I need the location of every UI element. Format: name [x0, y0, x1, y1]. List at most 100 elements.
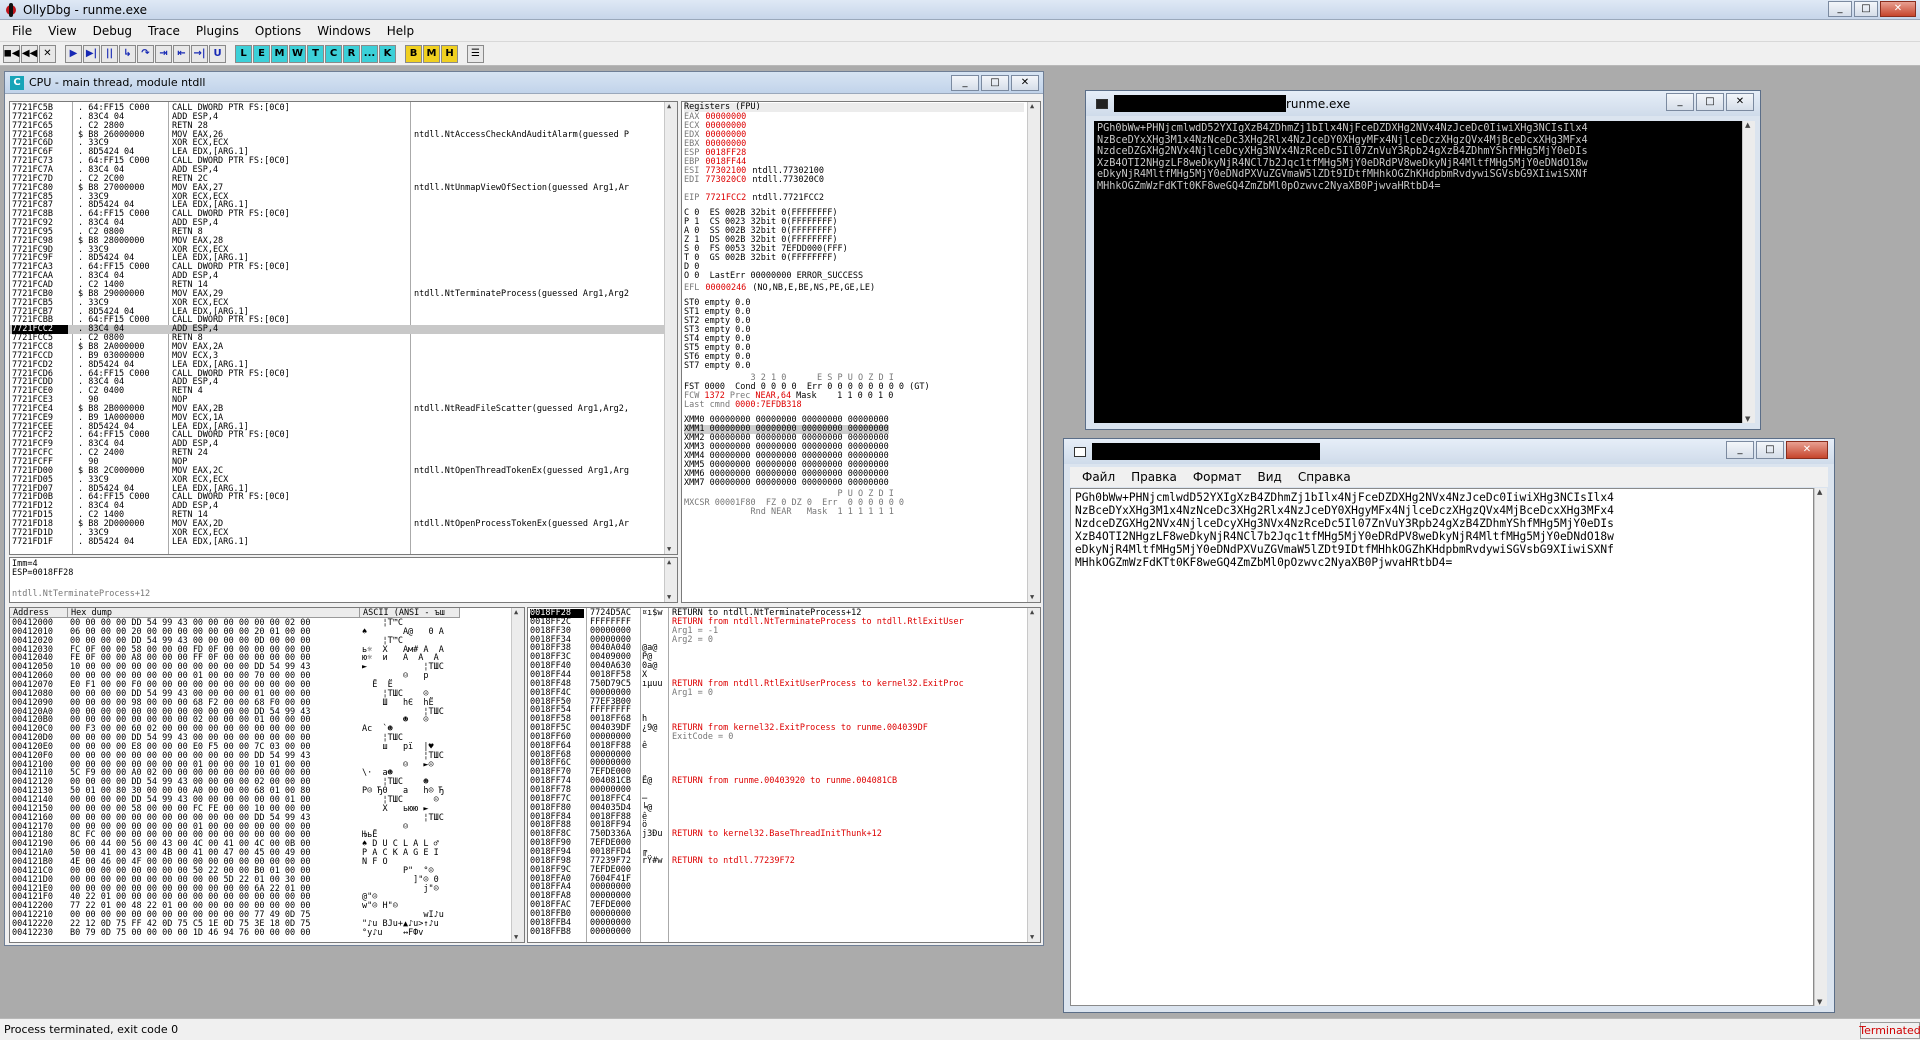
disasm-instruction: ADD ESP,4	[172, 377, 219, 388]
toolbar-button[interactable]: B	[405, 44, 422, 63]
registers-pane[interactable]: Registers (FPU) EAX 00000000 ECX 00000000 ED…	[681, 101, 1041, 603]
cpu-window: C CPU - main thread, module ntdll _ □ ✕ …	[4, 71, 1044, 946]
register-comment: ntdll.773020C0	[752, 175, 824, 185]
notepad-titlebar[interactable]: _ □ ✕	[1064, 439, 1834, 464]
toolbar-button[interactable]: →|	[191, 44, 208, 63]
disassembly-row[interactable]: 7721FCE0. C2 0400 RETN 4	[10, 387, 664, 396]
register-value: 773020C0	[705, 175, 747, 185]
register-row[interactable]: EIP 7721FCC2 ntdll.7721FCC2	[684, 194, 824, 203]
toolbar-button[interactable]: U	[209, 44, 226, 63]
menu-view[interactable]: View	[40, 24, 84, 38]
info-scrollbar[interactable]	[664, 558, 677, 602]
maximize-button[interactable]: □	[1854, 1, 1878, 17]
cpu-close-button[interactable]: ✕	[1011, 75, 1039, 91]
app-titlebar[interactable]: OllyDbg - runme.exe _ □ ✕	[0, 0, 1920, 20]
toolbar-button[interactable]: M	[271, 44, 288, 63]
ollydbg-bug-icon	[4, 2, 18, 17]
toolbar-button[interactable]: C	[325, 44, 342, 63]
toolbar-button[interactable]: ☰	[467, 44, 484, 63]
toolbar-button[interactable]: ▶	[65, 44, 82, 63]
toolbar-button[interactable]: ...	[361, 44, 378, 63]
flag-row: O 0 LastErr 00000000 ERROR_SUCCESS	[684, 271, 864, 281]
toolbar-button[interactable]: ↷	[137, 44, 154, 63]
cpu-window-titlebar[interactable]: C CPU - main thread, module ntdll _ □ ✕	[5, 72, 1043, 94]
toolbar-button[interactable]: ◀◀	[21, 44, 38, 63]
disassembly-row[interactable]: 7721FCFC. C2 2400 RETN 24	[10, 449, 664, 458]
console-window-controls: _ □ ✕	[1666, 93, 1754, 111]
notepad-close-button[interactable]: ✕	[1786, 441, 1828, 459]
toolbar-button[interactable]: R	[343, 44, 360, 63]
register-value: 7721FCC2	[705, 193, 747, 203]
efl-value: 00000246	[705, 283, 747, 293]
toolbar-button[interactable]: K	[379, 44, 396, 63]
console-minimize-button[interactable]: _	[1666, 93, 1694, 111]
close-button[interactable]: ✕	[1880, 1, 1916, 17]
redacted-block	[1114, 95, 1286, 112]
notepad-menu-view[interactable]: Вид	[1250, 470, 1290, 484]
registers-scrollbar[interactable]	[1027, 102, 1040, 602]
dump-header-ascii[interactable]: ASCII (ANSI - ъш	[360, 608, 460, 618]
menu-help[interactable]: Help	[379, 24, 422, 38]
toolbar-button[interactable]: ⇤	[173, 44, 190, 63]
toolbar-button[interactable]: E	[253, 44, 270, 63]
cpu-maximize-button[interactable]: □	[981, 75, 1009, 91]
minimize-button[interactable]: _	[1828, 1, 1852, 17]
info-line: ntdll.NtTerminateProcess+12	[12, 589, 151, 599]
menu-options[interactable]: Options	[247, 24, 309, 38]
hex-dump-pane[interactable]: Address Hex dump ASCII (ANSI - ъш 004120…	[9, 607, 525, 943]
stack-scrollbar[interactable]	[1027, 608, 1040, 942]
menu-plugins[interactable]: Plugins	[188, 24, 247, 38]
menu-windows[interactable]: Windows	[309, 24, 379, 38]
register-row[interactable]: EDI 773020C0 ntdll.773020C0	[684, 176, 824, 185]
toolbar-button[interactable]: W	[289, 44, 306, 63]
stack-comment: ExitCode = 0	[672, 731, 734, 742]
menu-trace[interactable]: Trace	[140, 24, 188, 38]
console-close-button[interactable]: ✕	[1726, 93, 1754, 111]
disasm-instruction: ADD ESP,4	[172, 324, 219, 335]
toolbar-button[interactable]: T	[307, 44, 324, 63]
disassembly-scrollbar[interactable]	[664, 102, 677, 554]
console-maximize-button[interactable]: □	[1696, 93, 1724, 111]
menu-debug[interactable]: Debug	[85, 24, 140, 38]
toolbar-button[interactable]: H	[441, 44, 458, 63]
notepad-text-area[interactable]: PGh0bWw+PHNjcmlwdD52YXIgXzB4ZDhmZj1bIlx4…	[1070, 488, 1814, 1006]
toolbar-button[interactable]: ||	[101, 44, 118, 63]
toolbar-button[interactable]: L	[235, 44, 252, 63]
stack-ascii: Ё@	[642, 776, 653, 787]
notepad-menu-help[interactable]: Справка	[1290, 470, 1359, 484]
notepad-minimize-button[interactable]: _	[1726, 441, 1754, 459]
disassembly-row[interactable]: 7721FD1F . 8D5424 04 LEA EDX,[ARG.1]	[10, 536, 664, 547]
toolbar-button[interactable]: ▶|	[83, 44, 100, 63]
registers-header[interactable]: Registers (FPU)	[684, 103, 1024, 112]
notepad-menu-edit[interactable]: Правка	[1123, 470, 1185, 484]
xmm-register-row: XMM7 00000000 00000000 00000000 00000000	[684, 478, 889, 488]
toolbar-button[interactable]: M	[423, 44, 440, 63]
notepad-menu-format[interactable]: Формат	[1185, 470, 1250, 484]
disassembly-pane[interactable]: 7721FC5B. 64:FF15 C000 CALL DWORD PTR FS:…	[9, 101, 678, 555]
dump-header-hex[interactable]: Hex dump	[68, 608, 360, 618]
dump-scrollbar[interactable]	[511, 608, 524, 942]
info-pane: Imm=4 ESP=0018FF28 ntdll.NtTerminateProc…	[9, 557, 678, 603]
console-output[interactable]: PGh0bWw+PHNjcmlwdD52YXIgXzB4ZDhmZj1bIlx4…	[1094, 121, 1742, 423]
notepad-maximize-button[interactable]: □	[1756, 441, 1784, 459]
notepad-menu-file[interactable]: Файл	[1074, 470, 1123, 484]
cpu-minimize-button[interactable]: _	[951, 75, 979, 91]
fcw-field: Mask 1 1 0 0 1 0	[796, 391, 894, 401]
console-titlebar[interactable]: runme.exe _ □ ✕	[1086, 91, 1760, 116]
notepad-scrollbar[interactable]	[1814, 488, 1827, 1006]
toolbar-button[interactable]: ✕	[39, 44, 56, 63]
dump-header-address[interactable]: Address	[10, 608, 68, 618]
console-scrollbar[interactable]	[1742, 121, 1755, 423]
toolbar-button[interactable]: ◼◀	[3, 44, 20, 63]
disasm-instruction: RETN 4	[172, 386, 203, 397]
status-badge: Terminated	[1859, 1022, 1920, 1039]
toolbar-button[interactable]: ⇥	[155, 44, 172, 63]
disasm-instruction: LEA EDX,[ARG.1]	[172, 536, 249, 547]
disasm-comment: ntdll.NtTerminateProcess(guessed Arg1,Ar…	[414, 288, 629, 299]
register-name: EIP	[684, 193, 700, 203]
fpu-register-row: ST7 empty 0.0	[684, 361, 751, 371]
toolbar-button[interactable]: ↳	[119, 44, 136, 63]
stack-pane[interactable]: 0018FF28 7724D5AC ¤ı$w RETURN to ntdll.NtTe…	[527, 607, 1041, 943]
app-title: OllyDbg - runme.exe	[23, 2, 147, 17]
menu-file[interactable]: File	[4, 24, 40, 38]
